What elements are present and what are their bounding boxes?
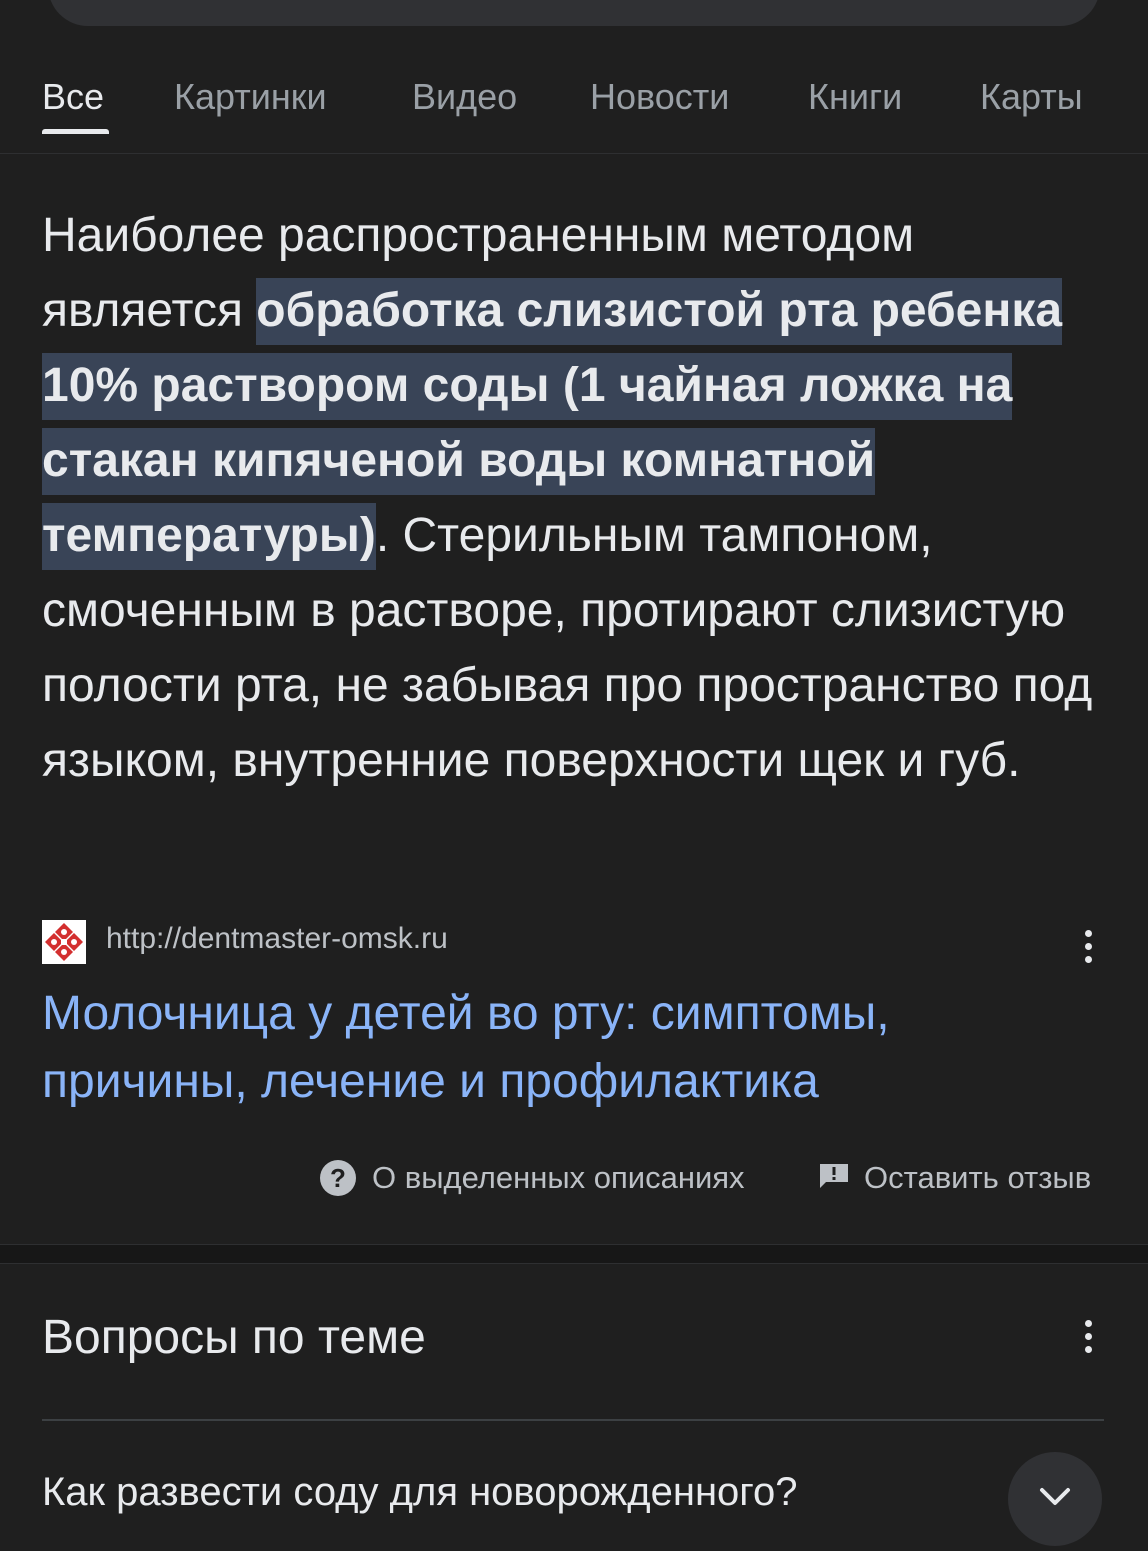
tab-videos[interactable]: Видео (412, 76, 517, 118)
result-title-link[interactable]: Молочница у детей во рту: симптомы, прич… (42, 980, 1042, 1116)
featured-snippet: Наиболее распространенным методом являет… (42, 198, 1102, 798)
tab-books[interactable]: Книги (808, 76, 902, 118)
related-more-options-icon[interactable] (1083, 1320, 1093, 1360)
expand-question-button[interactable] (1008, 1452, 1102, 1546)
tab-all[interactable]: Все (42, 76, 104, 118)
search-bar[interactable] (48, 0, 1100, 26)
more-options-icon[interactable] (1083, 930, 1093, 970)
feedback-icon (820, 1164, 848, 1188)
snippet-footer: ? О выделенных описаниях Оставить отзыв (320, 1156, 1104, 1202)
question-divider (42, 1419, 1104, 1421)
tab-maps[interactable]: Карты (980, 76, 1083, 118)
dentmaster-logo-icon (42, 920, 86, 964)
result-source[interactable]: http://dentmaster-omsk.ru (42, 918, 1104, 968)
source-url[interactable]: http://dentmaster-omsk.ru (106, 922, 448, 956)
active-tab-indicator (42, 129, 109, 134)
feedback-label: Оставить отзыв (864, 1160, 1092, 1195)
section-divider (0, 1244, 1148, 1264)
search-tabs: Все Картинки Видео Новости Книги Карты (0, 60, 1148, 154)
tab-images[interactable]: Картинки (174, 76, 327, 118)
tab-news[interactable]: Новости (590, 76, 729, 118)
related-questions-title: Вопросы по теме (42, 1311, 426, 1364)
related-question-1[interactable]: Как развести соду для новорожденного? (42, 1470, 1002, 1515)
help-circle-icon: ? (320, 1160, 356, 1196)
chevron-down-icon (1040, 1488, 1070, 1505)
about-snippets-label: О выделенных описаниях (372, 1160, 745, 1195)
